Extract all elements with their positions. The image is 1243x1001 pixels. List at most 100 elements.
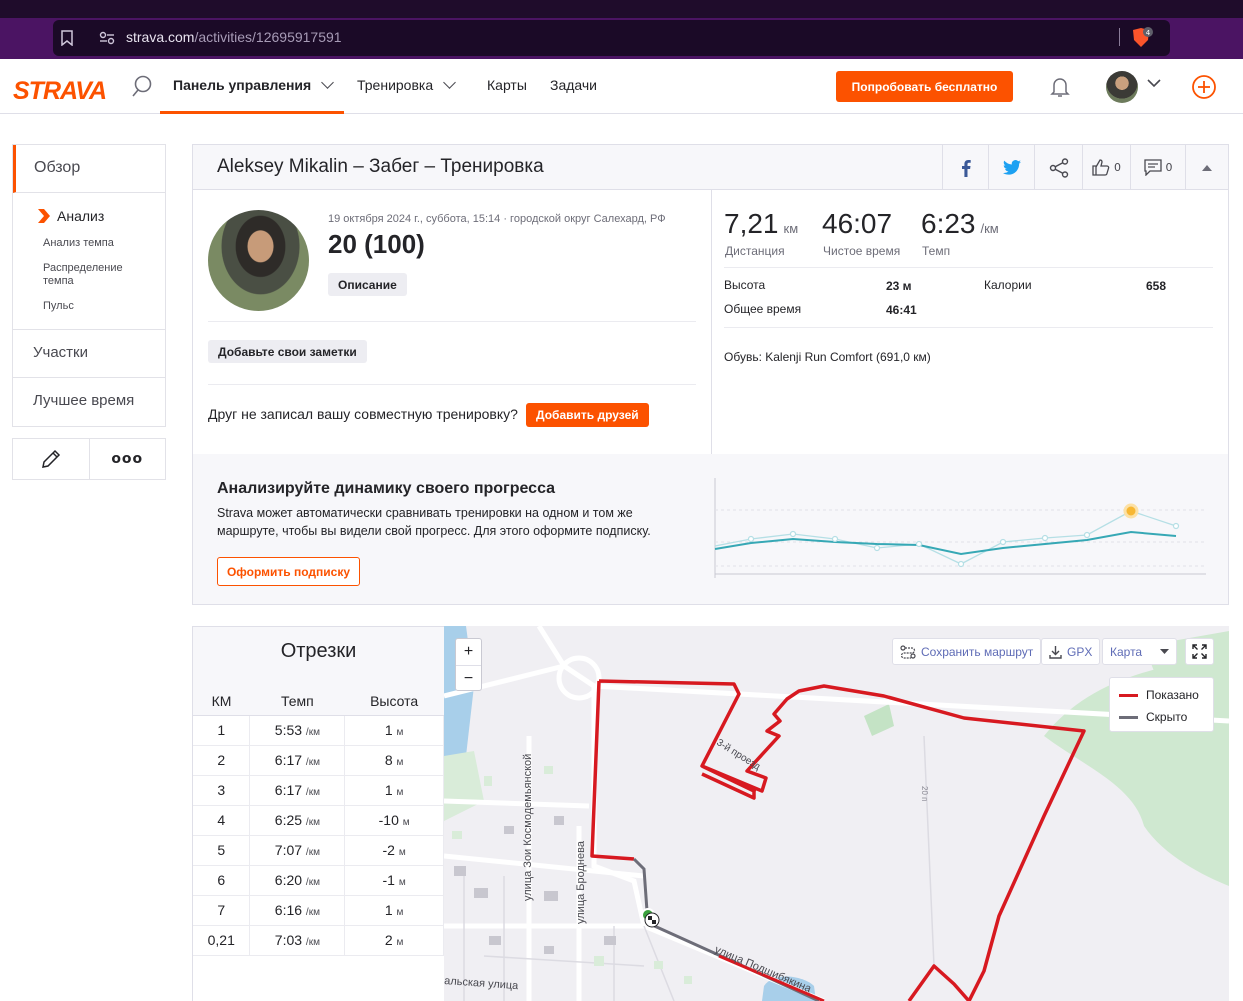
split-km: 4: [193, 805, 251, 836]
splits-panel: Отрезки КМ Темп Высота 1 5:53 /км 1 м 2 6:17…: [192, 626, 444, 1001]
collapse-button[interactable]: [1185, 145, 1228, 190]
gpx-export-button[interactable]: GPX: [1041, 638, 1101, 665]
sidebar-item-overview[interactable]: Обзор: [13, 145, 165, 193]
upsell-title: Анализируйте динамику своего прогресса: [217, 480, 556, 497]
street-label: улица Броднева: [575, 840, 587, 924]
sidebar-tools: ooo: [12, 438, 166, 480]
pace-unit: /км: [305, 757, 320, 768]
address-bar[interactable]: strava.com/activities/12695917591 4: [53, 20, 1170, 56]
pace-unit: /км: [305, 937, 320, 948]
split-pace: 6:17 /км: [249, 745, 346, 776]
subscribe-button[interactable]: Оформить подписку: [217, 557, 360, 586]
table-row: 0,21 7:03 /км 2 м: [193, 925, 444, 956]
split-pace: 7:03 /км: [249, 925, 346, 956]
pace-label: Темп: [922, 244, 951, 258]
progress-preview-chart: [714, 478, 1206, 578]
fullscreen-button[interactable]: [1185, 638, 1214, 665]
caret-up-icon: [1202, 164, 1212, 171]
sidebar-analysis-group: Анализ Анализ темпа Распределение темпа …: [13, 193, 165, 330]
sidebar-item-analysis[interactable]: Анализ: [13, 201, 165, 231]
chevron-down-icon[interactable]: [1146, 77, 1162, 89]
upsell-text: Strava может автоматически сравнивать тр…: [217, 506, 651, 538]
elevation-unit: м: [396, 757, 404, 768]
add-notes-button[interactable]: Добавьте свои заметки: [208, 340, 367, 363]
pace-value: 6:23: [921, 208, 976, 239]
bookmark-icon[interactable]: [61, 30, 73, 46]
url-text[interactable]: strava.com/activities/12695917591: [126, 29, 342, 45]
share-icon: [1049, 157, 1068, 178]
nav-maps[interactable]: Карты: [487, 77, 527, 93]
legend-swatch: [1119, 715, 1138, 719]
zoom-out-button[interactable]: −: [456, 665, 481, 691]
splits-title: Отрезки: [193, 627, 444, 687]
shoes-info: Обувь: Kalenji Run Comfort (691,0 км): [724, 350, 931, 364]
split-pace-value: 6:16: [274, 902, 303, 918]
share-button[interactable]: [1034, 145, 1082, 190]
elevation-unit: м: [398, 847, 406, 858]
pace-unit: /км: [980, 221, 999, 236]
split-elevation: 1 м: [344, 895, 444, 926]
search-icon[interactable]: [131, 75, 153, 99]
sidebar-item-pace-distribution[interactable]: Распределение темпа: [13, 256, 133, 294]
elevation-unit: м: [396, 937, 404, 948]
legend-label: Скрыто: [1146, 710, 1188, 724]
legend-label: Показано: [1146, 688, 1199, 702]
caret-down-icon: [1160, 649, 1169, 654]
athlete-photo[interactable]: [208, 210, 309, 311]
save-route-button[interactable]: Сохранить маршрут: [892, 638, 1042, 665]
url-host: strava.com: [126, 29, 195, 45]
legend-item-hidden: Скрыто: [1119, 710, 1187, 724]
sidebar-item-heart-rate[interactable]: Пульс: [13, 294, 165, 319]
split-elevation: -1 м: [344, 865, 444, 896]
split-km: 5: [193, 835, 251, 866]
activity-header: Aleksey Mikalin – Забег – Тренировка 0 0: [193, 145, 1228, 190]
site-settings-icon[interactable]: [99, 31, 115, 45]
chevron-down-icon: [321, 76, 335, 89]
twitter-share-button[interactable]: [988, 145, 1034, 190]
column-header-elevation: Высота: [344, 687, 444, 716]
friend-question: Друг не записал вашу совместную трениров…: [208, 406, 518, 422]
browser-toolbar: strava.com/activities/12695917591 4: [0, 0, 1243, 59]
add-friends-button[interactable]: Добавить друзей: [526, 403, 649, 427]
map-type-label: Карта: [1110, 644, 1143, 659]
sidebar-item-pace-analysis[interactable]: Анализ темпа: [13, 231, 165, 256]
elevation-unit: м: [398, 877, 406, 888]
nav-dashboard[interactable]: Панель управления: [173, 76, 335, 93]
kudos-button[interactable]: 0: [1082, 145, 1130, 190]
url-path: /activities/12695917591: [194, 29, 342, 45]
edit-button[interactable]: [13, 439, 89, 479]
facebook-share-button[interactable]: [942, 145, 988, 190]
split-pace-value: 6:17: [274, 752, 303, 768]
strava-logo[interactable]: STRAVA: [13, 77, 107, 106]
zoom-in-button[interactable]: +: [456, 639, 481, 665]
map-type-dropdown[interactable]: Карта: [1102, 638, 1177, 665]
activity-title: Aleksey Mikalin – Забег – Тренировка: [217, 156, 544, 177]
try-free-button[interactable]: Попробовать бесплатно: [836, 71, 1013, 102]
route-map[interactable]: улица Зои Космодемьянской улица Броднева…: [444, 626, 1229, 1001]
description-button[interactable]: Описание: [328, 273, 407, 296]
sidebar-item-best-efforts[interactable]: Лучшее время: [13, 378, 165, 426]
more-button[interactable]: ooo: [88, 439, 166, 479]
split-pace: 6:17 /км: [249, 775, 346, 806]
subscription-upsell: Анализируйте динамику своего прогресса S…: [193, 454, 1228, 604]
bell-icon[interactable]: [1050, 76, 1070, 98]
finish-flag-icon[interactable]: [644, 912, 660, 928]
pencil-icon: [41, 449, 60, 468]
activity-date: 19 октября 2024 г., суббота, 15:14 · гор…: [328, 213, 666, 225]
nav-tasks[interactable]: Задачи: [550, 77, 597, 93]
split-elevation-value: -2: [382, 842, 395, 858]
split-elevation-value: 1: [384, 782, 393, 798]
avatar[interactable]: [1106, 71, 1138, 103]
add-circle-icon[interactable]: [1191, 74, 1217, 100]
moving-time-label: Чистое время: [823, 244, 901, 258]
nav-training[interactable]: Тренировка: [357, 76, 456, 93]
comments-button[interactable]: 0: [1130, 145, 1185, 190]
brave-shield-icon[interactable]: 4: [1130, 27, 1154, 49]
splits-header-row: КМ Темп Высота: [193, 687, 444, 716]
save-route-label: Сохранить маршрут: [921, 644, 1034, 659]
activity-name: 20 (100): [328, 229, 425, 259]
split-elevation: -2 м: [344, 835, 444, 866]
split-elevation: 8 м: [344, 745, 444, 776]
table-row: 2 6:17 /км 8 м: [193, 745, 444, 776]
sidebar-item-segments[interactable]: Участки: [13, 330, 165, 378]
